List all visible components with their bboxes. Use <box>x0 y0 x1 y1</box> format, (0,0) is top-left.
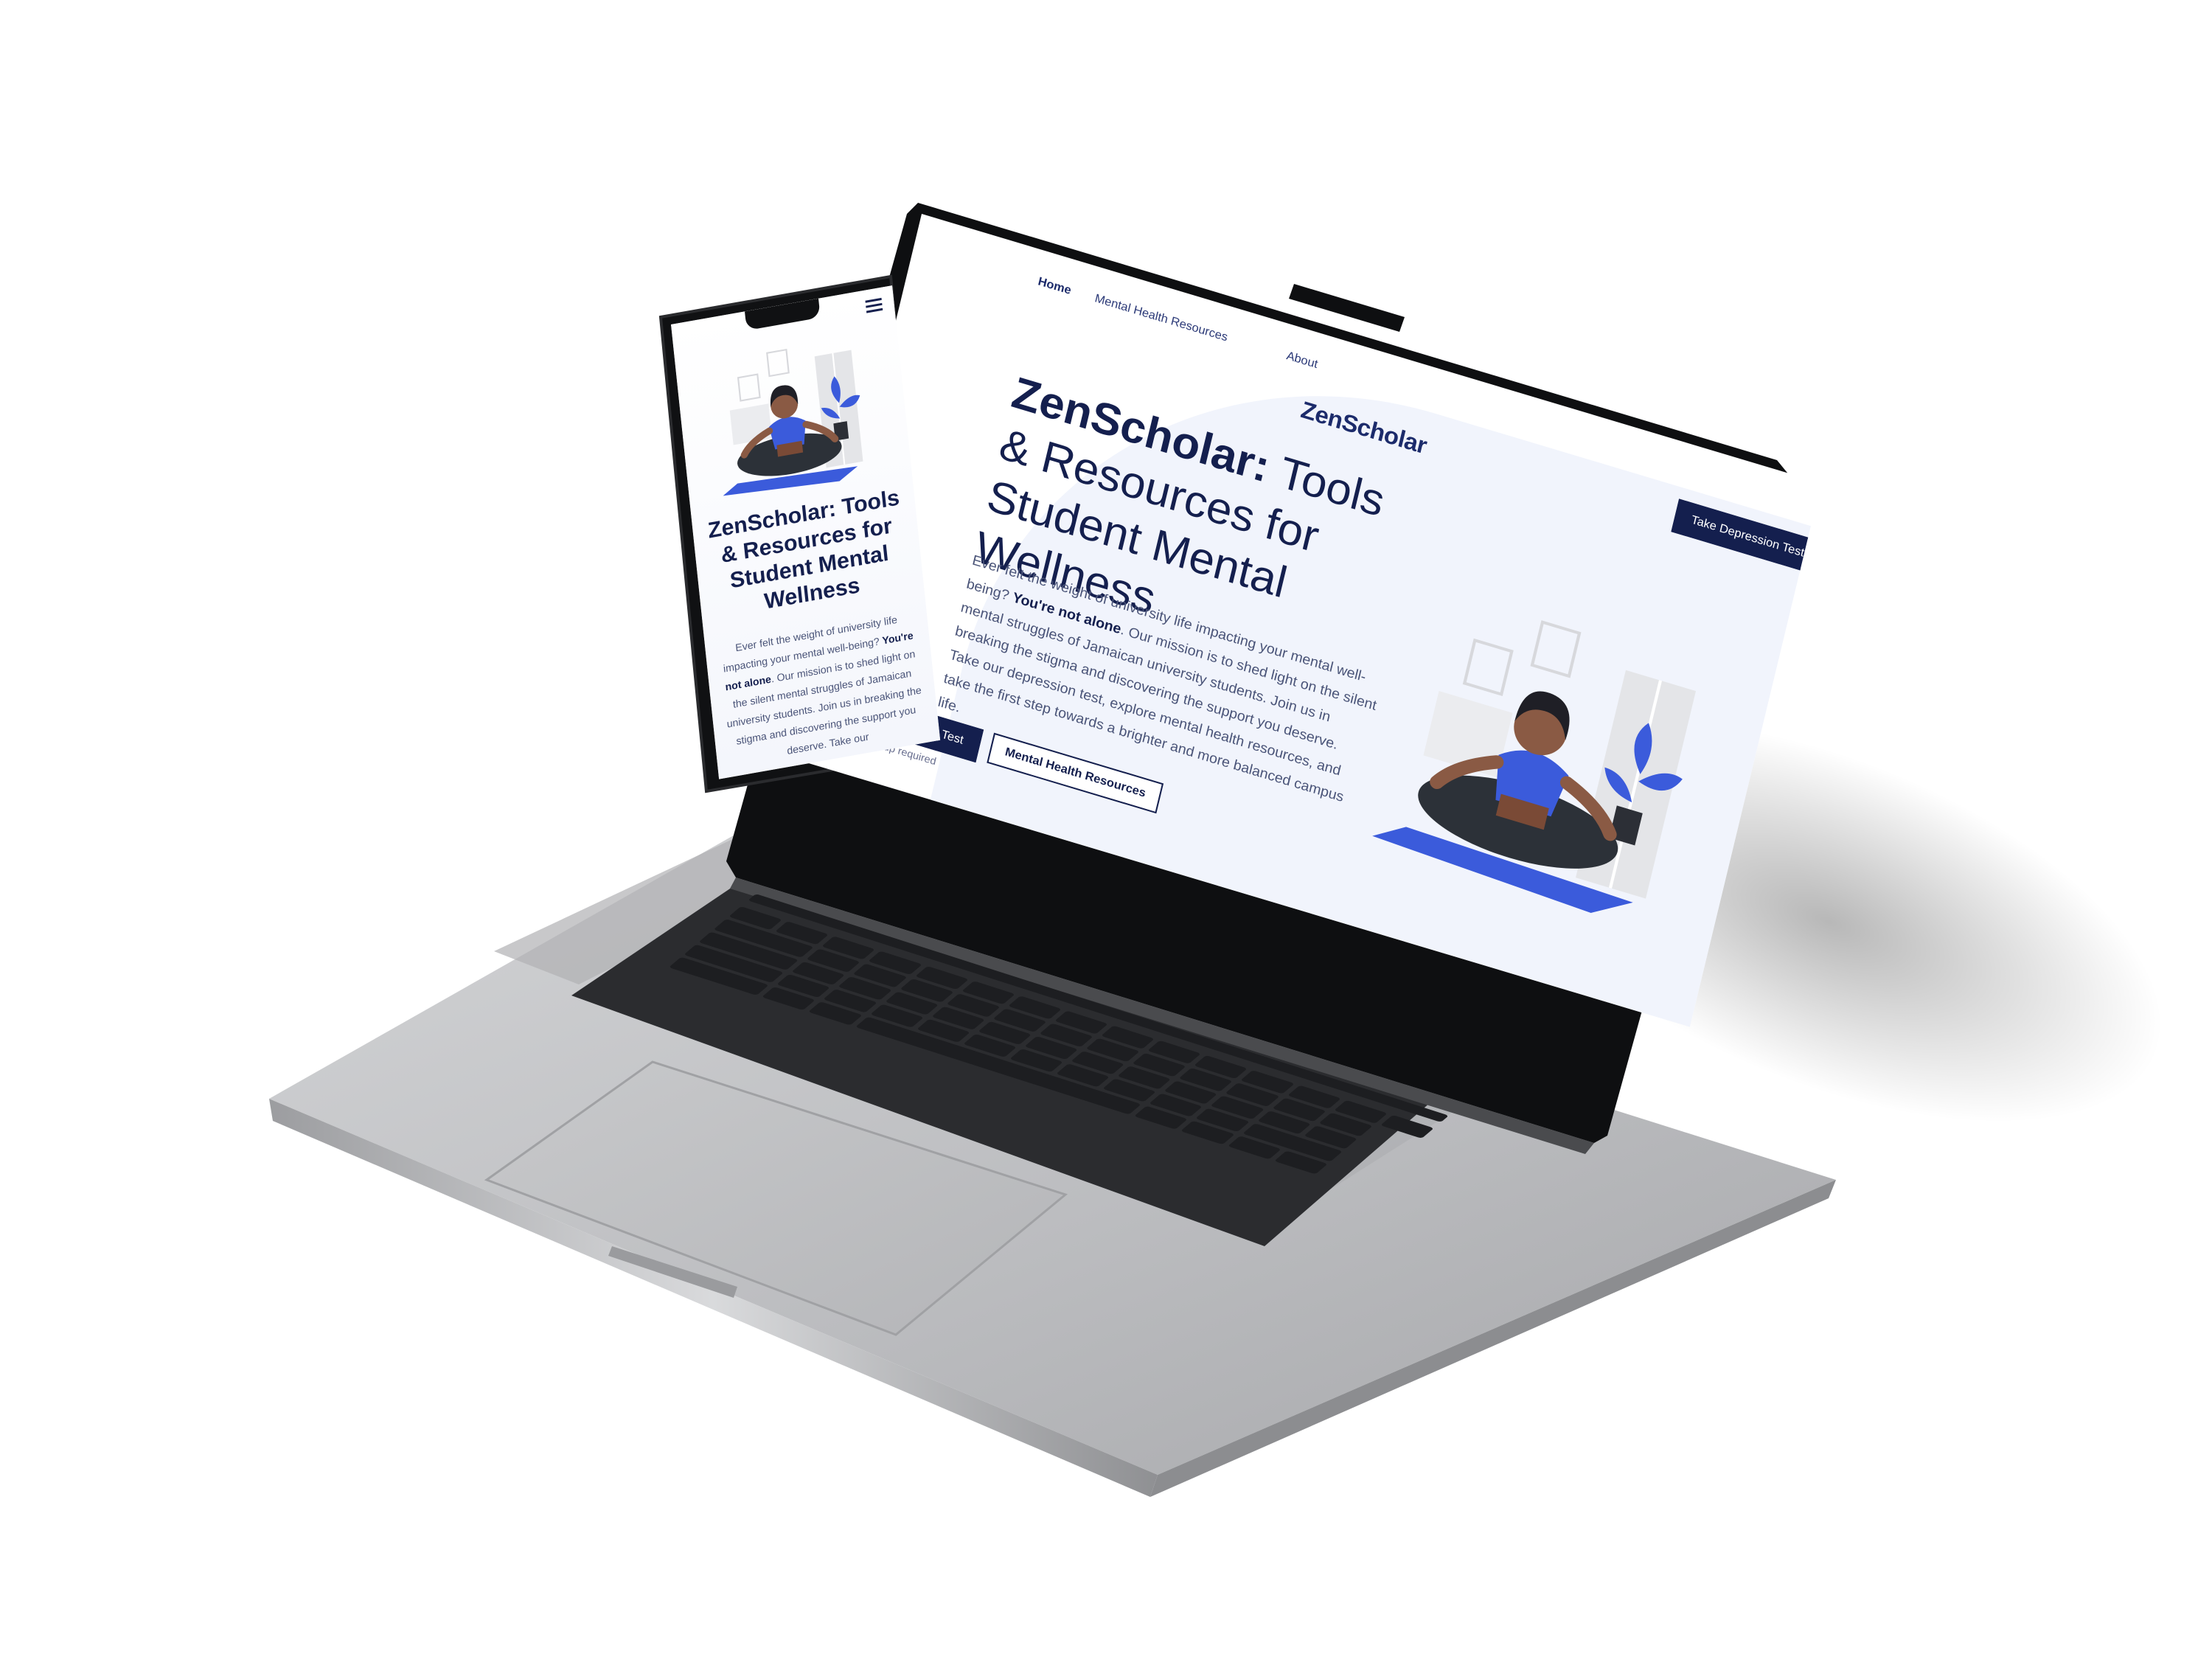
device-mockup-scene: Home Mental Health Resources About ZenSc… <box>0 0 2212 1654</box>
illustration-frame-2 <box>1462 638 1514 697</box>
phone-screen: ZenScholar: Tools & Resources for Studen… <box>671 285 941 779</box>
nav-resources-link[interactable]: Mental Health Resources <box>1093 292 1229 344</box>
nav-about-link[interactable]: About <box>1285 350 1319 372</box>
hamburger-menu-icon[interactable] <box>865 297 883 313</box>
illustration-frame-1 <box>1530 620 1582 678</box>
nav-home-link[interactable]: Home <box>1037 275 1072 298</box>
phone-meditating-woman-illustration <box>723 348 863 496</box>
